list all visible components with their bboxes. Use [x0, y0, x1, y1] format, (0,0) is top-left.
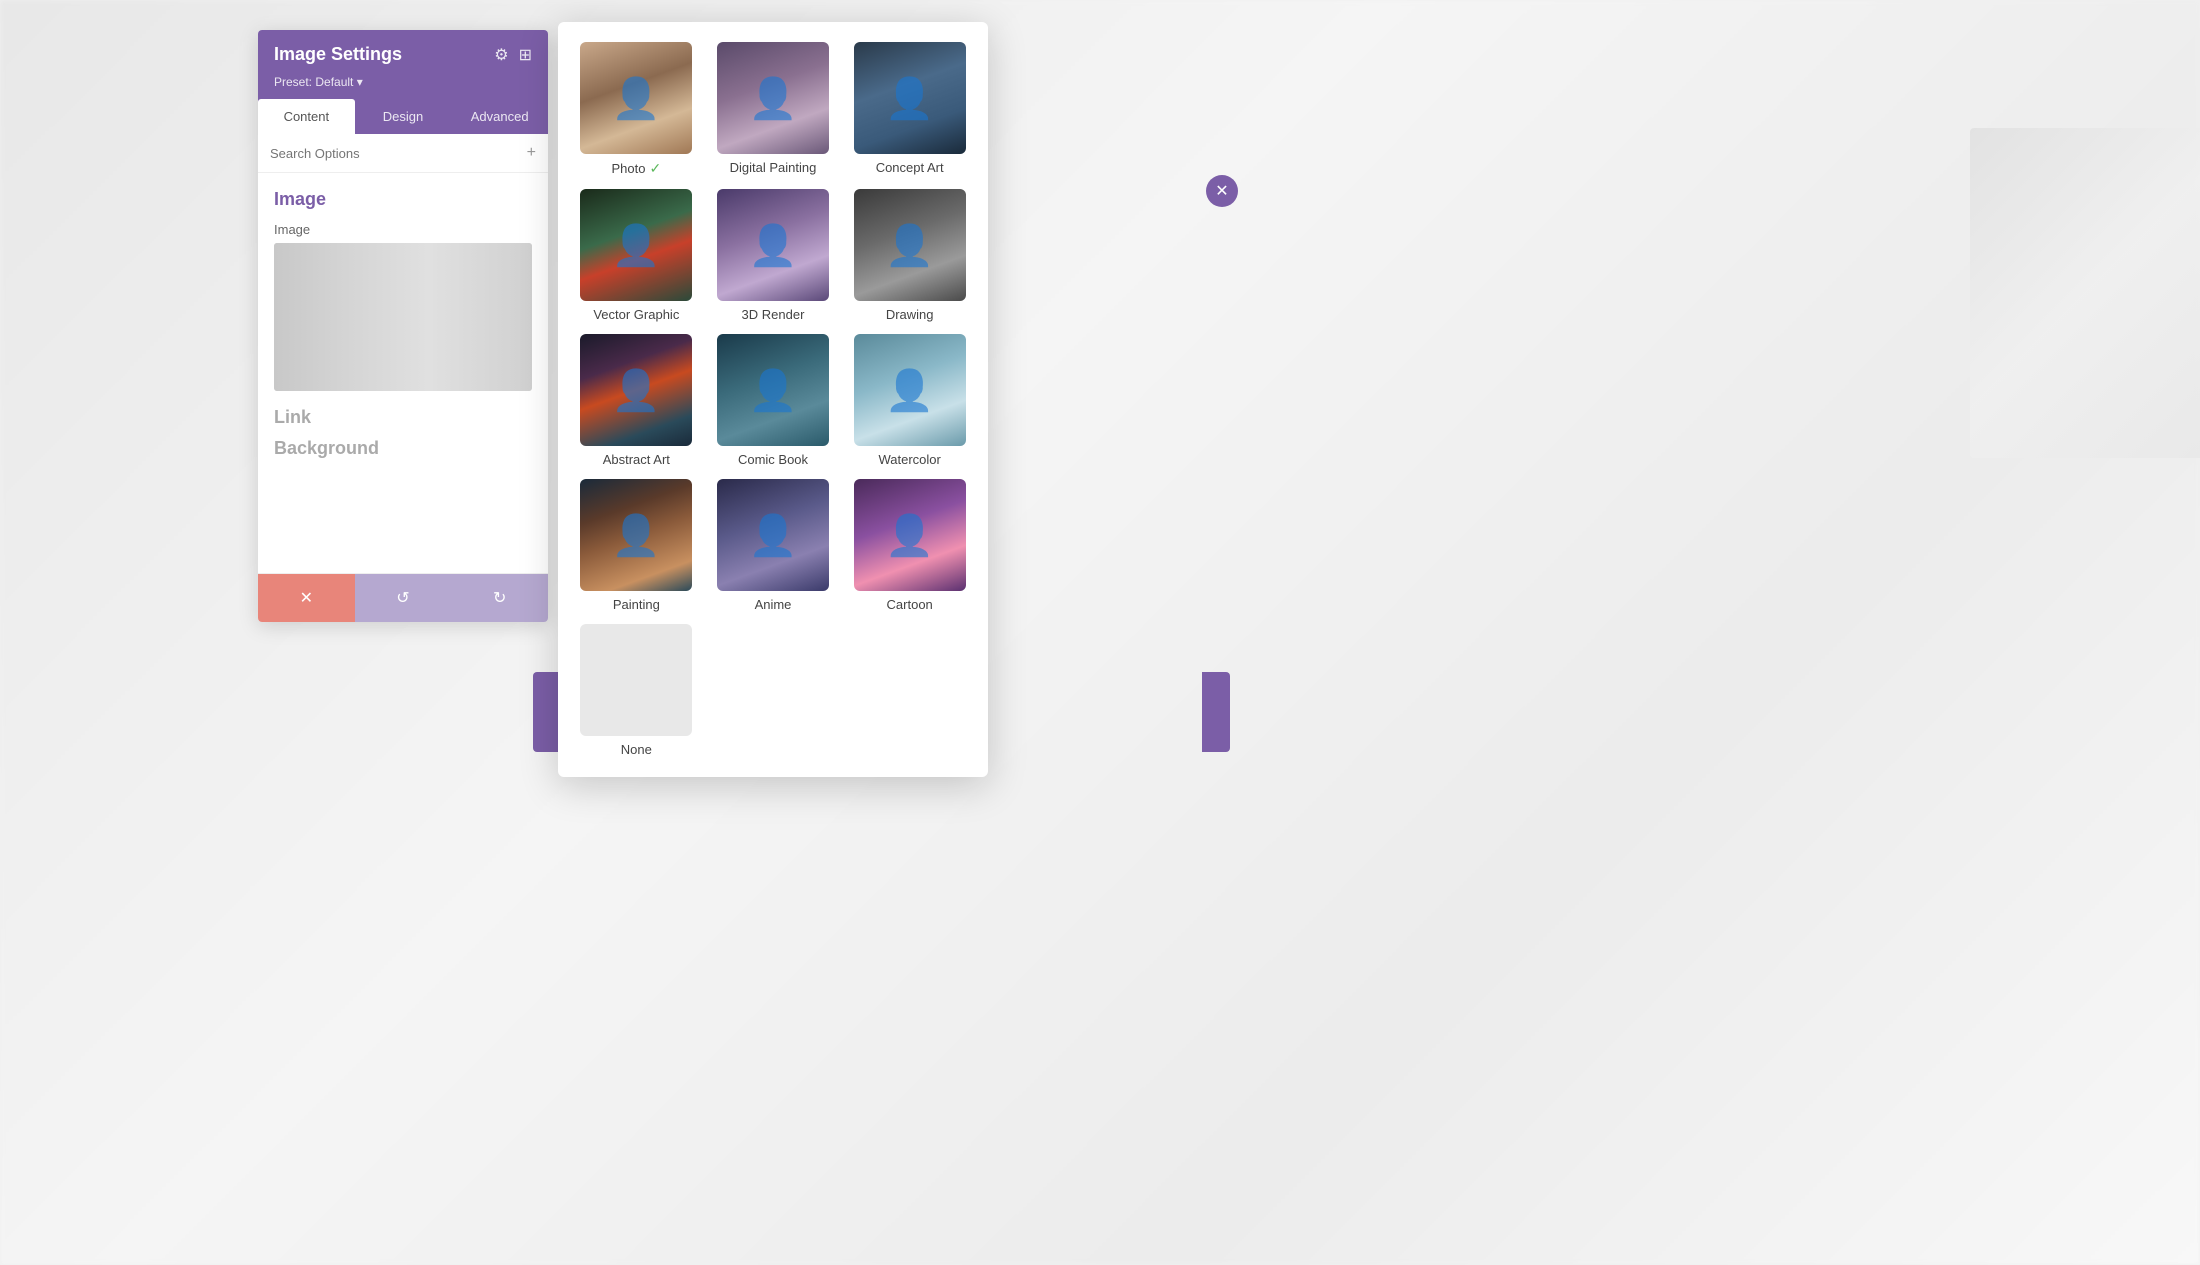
style-thumb-none	[580, 624, 692, 736]
expand-icon[interactable]: ⊞	[519, 45, 532, 65]
style-thumb-cartoon: 👤	[854, 479, 966, 591]
style-item-abstract-art[interactable]: 👤 Abstract Art	[574, 334, 699, 467]
style-thumb-drawing: 👤	[854, 189, 966, 301]
search-bar: +	[258, 134, 548, 173]
style-thumb-anime: 👤	[717, 479, 829, 591]
style-thumb-watercolor: 👤	[854, 334, 966, 446]
search-input[interactable]	[270, 146, 519, 161]
style-item-comic-book[interactable]: 👤 Comic Book	[711, 334, 836, 467]
style-label-comic-book: Comic Book	[738, 452, 808, 467]
style-item-anime[interactable]: 👤 Anime	[711, 479, 836, 612]
style-thumb-comic-book: 👤	[717, 334, 829, 446]
tab-content[interactable]: Content	[258, 99, 355, 134]
style-thumb-abstract-art: 👤	[580, 334, 692, 446]
style-thumb-painting: 👤	[580, 479, 692, 591]
sidebar-footer: ✕ ↺ ↻	[258, 573, 548, 622]
style-item-photo[interactable]: 👤 Photo ✓	[574, 42, 699, 177]
sidebar-body: Image Image Link Background	[258, 173, 548, 573]
style-label-vector-graphic: Vector Graphic	[593, 307, 679, 322]
tab-advanced[interactable]: Advanced	[451, 99, 548, 134]
redo-button[interactable]: ↻	[451, 574, 548, 622]
style-label-anime: Anime	[755, 597, 792, 612]
style-thumb-vector-graphic: 👤	[580, 189, 692, 301]
sidebar-header-icons: ⚙ ⊞	[494, 45, 532, 65]
style-thumb-photo: 👤	[580, 42, 692, 154]
style-item-cartoon[interactable]: 👤 Cartoon	[847, 479, 972, 612]
add-icon[interactable]: +	[527, 144, 536, 162]
style-label-photo: Photo	[611, 161, 645, 176]
style-label-none: None	[621, 742, 652, 757]
style-item-none[interactable]: None	[574, 624, 699, 757]
style-label-3d-render: 3D Render	[742, 307, 805, 322]
sidebar-tabs: Content Design Advanced	[258, 99, 548, 134]
style-item-vector-graphic[interactable]: 👤 Vector Graphic	[574, 189, 699, 322]
style-thumb-concept-art: 👤	[854, 42, 966, 154]
image-field-label: Image	[274, 222, 532, 237]
link-section-label: Link	[274, 407, 532, 428]
style-thumb-digital-painting: 👤	[717, 42, 829, 154]
style-label-cartoon: Cartoon	[887, 597, 933, 612]
right-side-button[interactable]	[1202, 672, 1230, 752]
sidebar-header: Image Settings ⚙ ⊞	[258, 30, 548, 75]
room-preview-image	[1970, 128, 2200, 458]
style-item-painting[interactable]: 👤 Painting	[574, 479, 699, 612]
image-preview-inner	[274, 243, 532, 391]
image-preview[interactable]	[274, 243, 532, 391]
tab-design[interactable]: Design	[355, 99, 452, 134]
style-label-watercolor: Watercolor	[878, 452, 940, 467]
style-thumb-3d-render: 👤	[717, 189, 829, 301]
undo-button[interactable]: ↺	[355, 574, 452, 622]
style-item-3d-render[interactable]: 👤 3D Render	[711, 189, 836, 322]
style-label-concept-art: Concept Art	[876, 160, 944, 175]
selected-check-photo: ✓	[649, 160, 661, 177]
cancel-button[interactable]: ✕	[258, 574, 355, 622]
image-section-label: Image	[274, 189, 532, 210]
style-picker-modal: 👤 Photo ✓ 👤 Digital Painting 👤 Concept Art 👤 Vec…	[558, 22, 988, 777]
modal-close-button[interactable]: ✕	[1206, 175, 1238, 207]
sidebar-title: Image Settings	[274, 44, 402, 65]
style-item-watercolor[interactable]: 👤 Watercolor	[847, 334, 972, 467]
style-item-digital-painting[interactable]: 👤 Digital Painting	[711, 42, 836, 177]
style-grid: 👤 Photo ✓ 👤 Digital Painting 👤 Concept Art 👤 Vec…	[574, 42, 972, 757]
style-item-drawing[interactable]: 👤 Drawing	[847, 189, 972, 322]
image-settings-panel: Image Settings ⚙ ⊞ Preset: Default ▾ Con…	[258, 30, 548, 622]
settings-icon[interactable]: ⚙	[494, 45, 508, 65]
close-icon: ✕	[1215, 181, 1228, 201]
style-label-painting: Painting	[613, 597, 660, 612]
style-item-concept-art[interactable]: 👤 Concept Art	[847, 42, 972, 177]
style-label-digital-painting: Digital Painting	[730, 160, 817, 175]
background-section-label: Background	[274, 438, 532, 459]
preset-selector[interactable]: Preset: Default ▾	[258, 75, 548, 99]
style-label-drawing: Drawing	[886, 307, 934, 322]
style-label-abstract-art: Abstract Art	[603, 452, 670, 467]
left-side-button[interactable]	[533, 672, 561, 752]
